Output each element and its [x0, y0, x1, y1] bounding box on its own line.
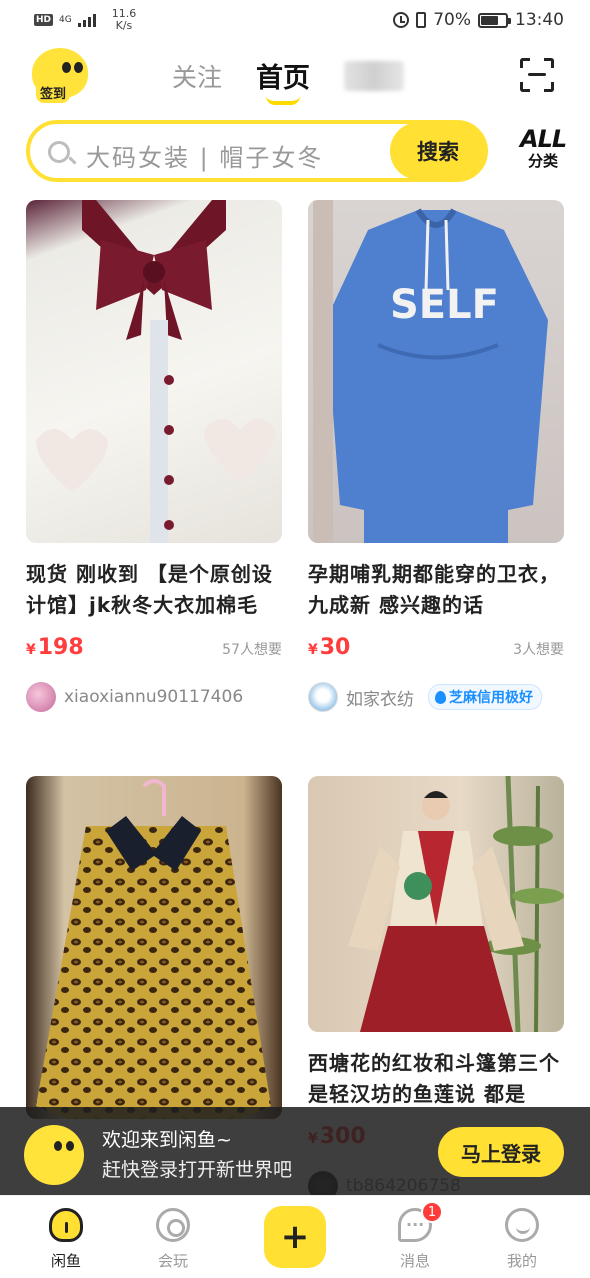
alarm-icon	[393, 12, 410, 28]
product-price: ¥198	[26, 635, 84, 660]
currency-symbol: ¥	[308, 642, 318, 658]
search-placeholder: 大码女装 | 帽子女冬	[86, 144, 324, 172]
login-button[interactable]: 马上登录	[438, 1127, 564, 1177]
status-right: 70% 13:40	[393, 10, 564, 30]
search-row: 大码女装 | 帽子女冬 搜索 ALL 分类	[26, 120, 567, 182]
hd-indicator: HD	[34, 14, 54, 26]
tab-follow[interactable]: 关注	[172, 58, 222, 94]
signal-icon	[77, 13, 96, 27]
search-input[interactable]: 大码女装 | 帽子女冬 搜索	[26, 120, 488, 182]
nav-label: 会玩	[157, 1252, 188, 1270]
nav-label: 我的	[506, 1252, 537, 1270]
all-category-top: ALL	[520, 125, 567, 153]
battery-percent: 70%	[433, 10, 471, 30]
nav-messages[interactable]: 1 消息	[375, 1201, 455, 1271]
unread-badge: 1	[421, 1201, 443, 1223]
credit-label: 芝麻信用极好	[449, 690, 533, 706]
product-card[interactable]	[26, 776, 282, 1119]
avatar	[308, 682, 338, 712]
profile-icon	[505, 1208, 539, 1242]
seller-row[interactable]: xiaoxiannu90117406	[26, 682, 282, 712]
play-icon	[156, 1208, 190, 1242]
publish-button[interactable]: +	[264, 1206, 326, 1268]
scan-icon[interactable]	[520, 58, 554, 92]
search-button[interactable]: 搜索	[390, 122, 486, 180]
plus-icon: +	[280, 1217, 310, 1257]
sesame-credit-icon	[435, 690, 446, 704]
vibrate-icon	[416, 12, 427, 28]
search-icon	[48, 141, 70, 163]
product-image[interactable]: SELF	[308, 200, 564, 543]
xianyu-home-icon	[49, 1208, 83, 1242]
seller-row[interactable]: 如家衣纺 芝麻信用极好	[308, 682, 564, 712]
product-meta: ¥30 3人想要	[308, 635, 564, 660]
banner-subtitle: 赶快登录打开新世界吧	[102, 1159, 293, 1181]
product-image[interactable]	[308, 776, 564, 1032]
network-speed: 11.6 K/s	[112, 8, 137, 32]
product-title: 西塘花的红妆和斗篷第三个是轻汉坊的鱼莲说 都是	[308, 1051, 560, 1106]
product-card[interactable]: SELF 孕期哺乳期都能穿的卫衣，九成新 感兴趣的话 ¥30 3人想要 如家衣纺…	[308, 200, 564, 712]
all-category-label: 分类	[527, 152, 558, 170]
product-title: 孕期哺乳期都能穿的卫衣，九成新 感兴趣的话	[308, 562, 560, 617]
battery-icon	[478, 12, 511, 28]
nav-profile[interactable]: 我的	[482, 1208, 562, 1271]
product-meta: ¥198 57人想要	[26, 635, 282, 660]
clock: 13:40	[515, 10, 564, 30]
product-image[interactable]	[26, 776, 282, 1119]
all-category-button[interactable]: ALL 分类	[520, 125, 567, 170]
currency-symbol: ¥	[26, 642, 36, 658]
tab-home[interactable]: 首页	[256, 56, 310, 105]
wants-count: 57人想要	[222, 642, 282, 658]
seller-name: 如家衣纺	[346, 689, 414, 710]
network-type: 4G	[59, 14, 72, 25]
avatar	[26, 682, 56, 712]
checkin-button[interactable]: 签到	[28, 48, 90, 108]
price-value: 30	[319, 635, 351, 660]
network-speed-unit: K/s	[115, 19, 133, 32]
status-bar: HD 4G 11.6 K/s 70% 13:40	[0, 0, 590, 40]
credit-badge: 芝麻信用极好	[428, 684, 542, 710]
wants-count: 3人想要	[513, 642, 564, 658]
seller-name: xiaoxiannu90117406	[64, 687, 244, 707]
product-title: 现货 刚收到 【是个原创设计馆】jk秋冬大衣加棉毛	[26, 562, 273, 617]
nav-label: 消息	[399, 1252, 430, 1270]
checkin-label: 签到	[36, 82, 71, 103]
nav-play[interactable]: 会玩	[133, 1208, 213, 1271]
top-header: 签到 关注 首页	[0, 44, 590, 112]
login-banner: 欢迎来到闲鱼~ 赶快登录打开新世界吧 马上登录	[0, 1107, 590, 1195]
status-left: HD 4G 11.6 K/s	[34, 8, 136, 32]
svg-text:SELF: SELF	[390, 282, 499, 328]
nav-label: 闲鱼	[50, 1252, 81, 1270]
price-value: 198	[37, 635, 84, 660]
bottom-nav: 闲鱼 会玩 + 1 消息 我的	[0, 1195, 590, 1278]
xianyu-mascot-icon	[24, 1125, 84, 1185]
message-icon: 1	[398, 1201, 443, 1242]
nav-home[interactable]: 闲鱼	[26, 1208, 106, 1271]
header-tabs: 关注 首页	[172, 56, 405, 105]
product-card[interactable]: 现货 刚收到 【是个原创设计馆】jk秋冬大衣加棉毛 ¥198 57人想要 xia…	[26, 200, 282, 712]
banner-title: 欢迎来到闲鱼~	[102, 1129, 232, 1151]
product-price: ¥30	[308, 635, 350, 660]
tab-blurred[interactable]	[344, 60, 405, 91]
product-image[interactable]	[26, 200, 282, 543]
